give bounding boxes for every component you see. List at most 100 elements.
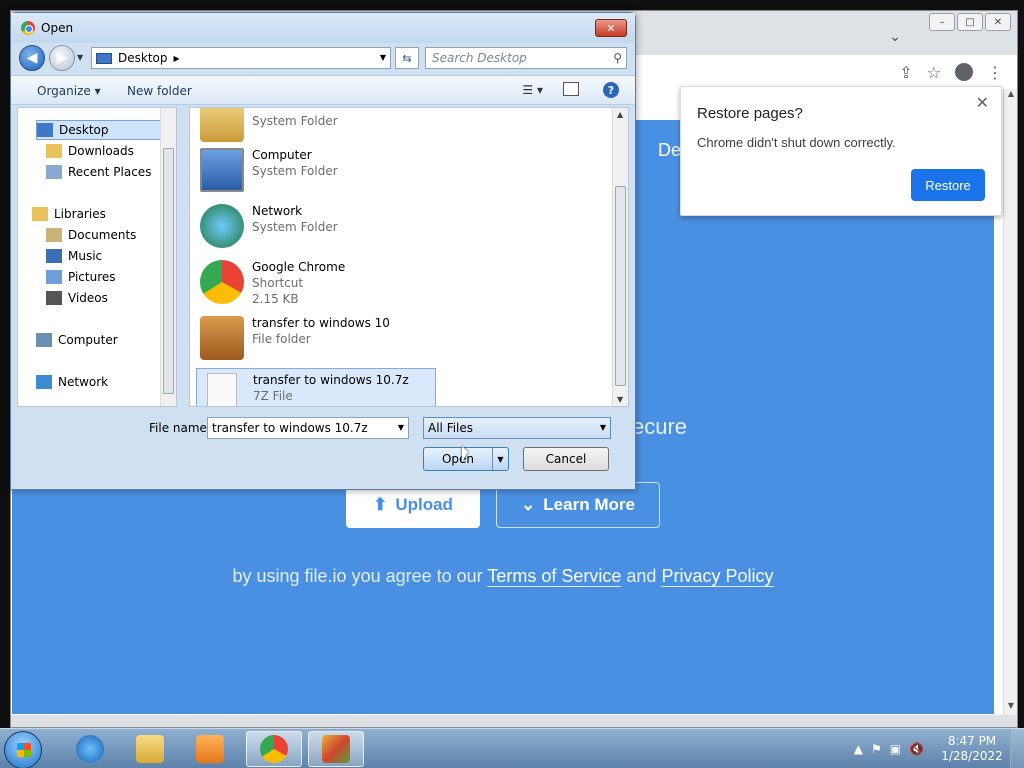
- page-scrollbar[interactable]: ▲ ▼: [1003, 89, 1017, 715]
- file-item[interactable]: transfer to windows 10.7z 7Z File 452 byte…: [196, 368, 436, 406]
- file-item[interactable]: System Folder: [196, 108, 436, 144]
- organize-button[interactable]: Organize ▾: [37, 84, 101, 98]
- file-name: transfer to windows 10: [252, 316, 390, 330]
- learn-more-label: Learn More: [543, 495, 635, 514]
- profile-avatar-icon[interactable]: [955, 63, 973, 81]
- terms-of-service-link[interactable]: Terms of Service: [487, 566, 622, 587]
- window-controls: – □ ✕: [929, 13, 1011, 31]
- breadcrumb-arrow-icon[interactable]: ▶: [174, 54, 180, 63]
- taskbar-media-player[interactable]: [182, 731, 238, 767]
- nav-scrollbar[interactable]: [160, 108, 176, 406]
- scroll-up-arrow-icon[interactable]: ▲: [1004, 89, 1018, 103]
- command-bar: Organize ▾ New folder ☰ ▾ ?: [11, 75, 635, 105]
- network-globe-icon: [200, 204, 244, 248]
- computer-icon: [36, 333, 52, 347]
- hero-tagline: ecure: [632, 414, 688, 439]
- computer-icon: [200, 148, 244, 192]
- upload-label: Upload: [395, 495, 453, 514]
- file-type: 7Z File: [253, 389, 293, 403]
- taskbar-google-chrome[interactable]: [246, 731, 302, 767]
- forward-arrow-icon[interactable]: ▶: [49, 45, 75, 71]
- file-size: 2.15 KB: [252, 292, 299, 306]
- file-name-field[interactable]: transfer to windows 10.7z ▼: [207, 417, 409, 439]
- videos-icon: [46, 291, 62, 305]
- cancel-button[interactable]: Cancel: [523, 447, 609, 471]
- clock[interactable]: 8:47 PM 1/28/2022: [934, 734, 1010, 764]
- file-type: Shortcut: [252, 276, 304, 290]
- taskbar-app[interactable]: [308, 731, 364, 767]
- nav-item-downloads[interactable]: Downloads: [46, 141, 134, 161]
- scroll-down-arrow-icon[interactable]: ▼: [617, 395, 623, 404]
- scroll-down-arrow-icon[interactable]: ▼: [1004, 701, 1018, 715]
- taskbar-windows-explorer[interactable]: [122, 731, 178, 767]
- new-folder-button[interactable]: New folder: [127, 84, 192, 98]
- file-scrollbar[interactable]: ▲ ▼: [612, 108, 628, 406]
- change-view-icon[interactable]: ☰ ▾: [522, 83, 543, 97]
- terms-notice: by using file.io you agree to our Terms …: [12, 566, 994, 587]
- file-type-dropdown-icon[interactable]: ▼: [600, 423, 606, 432]
- tab-search-chevron-icon[interactable]: ⌄: [889, 29, 901, 45]
- media-player-icon: [196, 735, 224, 763]
- close-window-button[interactable]: ✕: [985, 13, 1011, 31]
- back-arrow-icon[interactable]: ◀: [19, 45, 45, 71]
- file-list: transfer to windows 10.7z 7Z File 452 byte…: [189, 107, 629, 407]
- file-item[interactable]: Google Chrome Shortcut 2.15 KB: [196, 256, 436, 306]
- maximize-button[interactable]: □: [957, 13, 983, 31]
- minimize-button[interactable]: –: [929, 13, 955, 31]
- bookmark-star-icon[interactable]: ☆: [927, 63, 941, 82]
- downloads-folder-icon: [46, 144, 62, 158]
- open-split-dropdown-icon[interactable]: ▼: [492, 448, 508, 470]
- help-icon[interactable]: ?: [603, 82, 619, 98]
- dialog-titlebar: Open ✕: [11, 13, 635, 43]
- nav-item-libraries[interactable]: Libraries: [32, 204, 106, 224]
- nav-item-network[interactable]: Network: [36, 372, 108, 392]
- nav-item-videos[interactable]: Videos: [46, 288, 108, 308]
- share-icon[interactable]: ⇪: [899, 63, 912, 82]
- show-hidden-icons-icon[interactable]: ▲: [854, 742, 863, 756]
- file-type-select[interactable]: All Files ▼: [423, 417, 611, 439]
- pictures-icon: [46, 270, 62, 284]
- file-item[interactable]: transfer to windows 10 File folder: [196, 312, 436, 362]
- open-label: Open: [441, 452, 475, 466]
- file-name: transfer to windows 10.7z: [253, 373, 409, 387]
- internet-explorer-icon: [76, 735, 104, 763]
- navigation-pane: Network Computer Videos Pictures Music Docume…: [17, 107, 177, 407]
- file-type: File folder: [252, 332, 311, 346]
- address-dropdown-icon[interactable]: ▼: [380, 53, 386, 62]
- nav-item-label: Downloads: [68, 144, 134, 158]
- file-scroll-thumb[interactable]: [615, 186, 626, 386]
- file-item[interactable]: Computer System Folder: [196, 144, 436, 194]
- nav-item-documents[interactable]: Documents: [46, 225, 136, 245]
- start-button[interactable]: [4, 731, 42, 768]
- file-name-dropdown-icon[interactable]: ▼: [398, 423, 404, 432]
- nav-item-desktop[interactable]: Desktop: [36, 120, 176, 140]
- show-desktop-button[interactable]: [1010, 729, 1024, 768]
- close-icon[interactable]: ✕: [976, 93, 989, 113]
- file-type-value: All Files: [428, 421, 474, 435]
- menu-kebab-icon[interactable]: ⋮: [987, 63, 1003, 82]
- privacy-policy-link[interactable]: Privacy Policy: [661, 566, 774, 587]
- nav-item-computer[interactable]: Computer: [36, 330, 118, 350]
- clock-time: 8:47 PM: [947, 734, 997, 748]
- preview-pane-icon[interactable]: [563, 82, 579, 96]
- action-center-flag-icon[interactable]: ⚑: [871, 742, 882, 756]
- volume-muted-icon[interactable]: 🔇: [909, 742, 924, 756]
- search-input[interactable]: Search Desktop ⚲: [425, 47, 627, 69]
- taskbar-internet-explorer[interactable]: [62, 731, 118, 767]
- nav-item-music[interactable]: Music: [46, 246, 102, 266]
- recent-locations-dropdown-icon[interactable]: ▼: [77, 53, 83, 62]
- briefcase-folder-icon: [200, 316, 244, 360]
- scroll-up-arrow-icon[interactable]: ▲: [617, 110, 623, 119]
- nav-scroll-thumb[interactable]: [163, 148, 174, 394]
- documents-icon: [46, 228, 62, 242]
- network-status-icon[interactable]: ▣: [890, 742, 901, 756]
- nav-item-recent-places[interactable]: Recent Places: [46, 162, 151, 182]
- nav-item-label: Recent Places: [68, 165, 152, 179]
- dialog-close-button[interactable]: ✕: [595, 19, 627, 37]
- file-item[interactable]: Network System Folder: [196, 200, 436, 250]
- nav-item-label: Documents: [68, 228, 137, 242]
- refresh-icon[interactable]: ⇆: [395, 47, 419, 69]
- address-bar[interactable]: Desktop ▶ ▼: [91, 47, 391, 69]
- nav-item-pictures[interactable]: Pictures: [46, 267, 116, 287]
- restore-button[interactable]: Restore: [911, 169, 985, 201]
